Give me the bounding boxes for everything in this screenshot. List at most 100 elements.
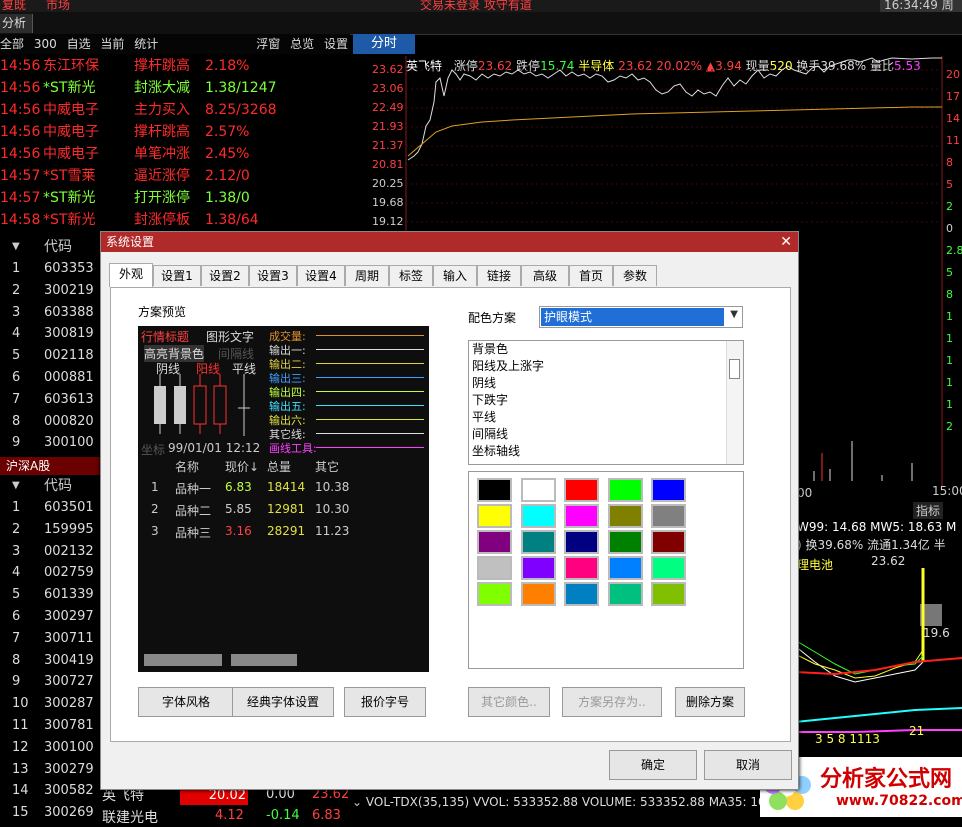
- tab-settings-11[interactable]: 参数: [613, 265, 657, 286]
- tab-appearance[interactable]: 外观: [109, 263, 153, 287]
- sort-down-icon[interactable]: ▼: [12, 236, 20, 258]
- tab-settings-9[interactable]: 高级: [521, 265, 569, 286]
- alert-item[interactable]: 14:56 中威电子 主力买入 8.25/3268: [0, 99, 350, 121]
- column-code[interactable]: 代码: [44, 236, 72, 258]
- color-swatch[interactable]: [607, 582, 643, 606]
- ok-button[interactable]: 确定: [609, 750, 697, 780]
- color-swatch[interactable]: [520, 530, 556, 554]
- color-swatch[interactable]: [520, 504, 556, 528]
- scheme-select[interactable]: 护眼模式 ▼: [539, 306, 743, 328]
- color-swatch[interactable]: [520, 582, 556, 606]
- color-item[interactable]: 坐标轴线: [469, 443, 743, 460]
- color-swatch[interactable]: [651, 504, 686, 528]
- tab-settings-1[interactable]: 设置1: [153, 265, 201, 286]
- tab-settings-8[interactable]: 链接: [477, 265, 521, 286]
- color-swatch[interactable]: [607, 478, 643, 502]
- chevron-down-icon[interactable]: ▼: [730, 309, 738, 320]
- color-swatch[interactable]: [477, 504, 512, 528]
- color-swatch[interactable]: [651, 582, 686, 606]
- color-swatch[interactable]: [607, 530, 643, 554]
- tab-settings-5[interactable]: 周期: [345, 265, 389, 286]
- alert-item[interactable]: 14:56 中威电子 撑杆跳高 2.57%: [0, 121, 350, 143]
- column-code[interactable]: 代码: [44, 475, 72, 497]
- filter-300[interactable]: 300: [34, 37, 57, 51]
- color-swatch[interactable]: [564, 530, 599, 554]
- filter-all[interactable]: 全部: [0, 37, 24, 51]
- table-row[interactable]: 9 300100: [0, 432, 100, 454]
- table-row[interactable]: 5 002118: [0, 345, 100, 367]
- color-swatch[interactable]: [564, 582, 599, 606]
- table-row[interactable]: 6 000881: [0, 367, 100, 389]
- other-color-button[interactable]: 其它颜色..: [468, 687, 550, 717]
- alert-item[interactable]: 14:57 *ST新光 打开涨停 1.38/0: [0, 187, 350, 209]
- save-scheme-as-button[interactable]: 方案另存为..: [562, 687, 662, 717]
- table-row[interactable]: 8 000820: [0, 411, 100, 433]
- color-swatch[interactable]: [477, 582, 512, 606]
- color-item[interactable]: 背景色: [469, 341, 743, 358]
- tab-settings-10[interactable]: 首页: [569, 265, 613, 286]
- tab-settings-3[interactable]: 设置3: [249, 265, 297, 286]
- table-row[interactable]: 2 300219: [0, 280, 100, 302]
- alert-item[interactable]: 14:56 东江环保 撑杆跳高 2.18%: [0, 55, 350, 77]
- tab-settings-2[interactable]: 设置2: [201, 265, 249, 286]
- sort-down-icon[interactable]: ▼: [12, 475, 20, 497]
- dialog-title-bar[interactable]: 系统设置 ✕: [101, 232, 798, 252]
- table-row[interactable]: 3 603388: [0, 302, 100, 324]
- filter-current[interactable]: 当前: [100, 37, 124, 51]
- color-swatch[interactable]: [520, 556, 556, 580]
- ma-line: W99: 14.68 MW5: 18.63 M: [797, 520, 957, 534]
- table-row[interactable]: 4 300819: [0, 323, 100, 345]
- preview-label: 方案预览: [138, 305, 187, 319]
- color-swatch[interactable]: [651, 478, 686, 502]
- color-swatch[interactable]: [564, 478, 599, 502]
- tab-settings-6[interactable]: 标签: [389, 265, 433, 286]
- color-item-list[interactable]: 背景色 阳线及上涨字 阴线 下跌字 平线 间隔线 坐标轴线: [468, 340, 744, 465]
- color-list-scrollbar[interactable]: [726, 341, 743, 464]
- delete-scheme-button[interactable]: 删除方案: [675, 687, 745, 717]
- alert-event: 封涨大减: [134, 80, 190, 96]
- color-swatch[interactable]: [564, 504, 599, 528]
- overview-button[interactable]: 总览: [290, 37, 314, 51]
- color-item[interactable]: 阴线: [469, 375, 743, 392]
- chevron-down-icon[interactable]: ⌄: [352, 795, 366, 809]
- row-index: 2: [12, 521, 21, 537]
- filter-watchlist[interactable]: 自选: [67, 37, 91, 51]
- indicator-button[interactable]: 指标: [913, 502, 944, 519]
- cancel-button[interactable]: 取消: [704, 750, 792, 780]
- filter-stats[interactable]: 统计: [134, 37, 158, 51]
- close-icon[interactable]: ✕: [780, 232, 792, 252]
- color-item[interactable]: 平线: [469, 409, 743, 426]
- color-item[interactable]: 下跌字: [469, 392, 743, 409]
- table-row[interactable]: 7 603613: [0, 389, 100, 411]
- float-window-button[interactable]: 浮窗: [256, 37, 280, 51]
- tab-settings-4[interactable]: 设置4: [297, 265, 345, 286]
- alert-item[interactable]: 14:58 *ST新光 封涨停板 1.38/64: [0, 209, 350, 231]
- font-style-button[interactable]: 字体风格: [138, 687, 234, 717]
- alert-item[interactable]: 14:56 *ST新光 封涨大减 1.38/1247: [0, 77, 350, 99]
- classic-font-button[interactable]: 经典字体设置: [232, 687, 334, 717]
- tab-timeshare[interactable]: 分时: [353, 34, 415, 54]
- color-swatch[interactable]: [651, 530, 686, 554]
- stock-code: 300727: [44, 674, 94, 690]
- color-swatch[interactable]: [564, 556, 599, 580]
- section-title-a-shares[interactable]: 沪深A股: [0, 457, 102, 475]
- tab-settings-7[interactable]: 输入: [433, 265, 477, 286]
- alert-item[interactable]: 14:57 *ST雪莱 逼近涨停 2.12/0: [0, 165, 350, 187]
- kline-panel[interactable]: 00 指标 W99: 14.68 MW5: 18.63 M ) 换39.68% …: [795, 486, 962, 786]
- menu-market[interactable]: 市场: [46, 0, 70, 12]
- color-swatch[interactable]: [607, 556, 643, 580]
- alert-item[interactable]: 14:56 中威电子 单笔冲涨 2.45%: [0, 143, 350, 165]
- color-swatch[interactable]: [520, 478, 556, 502]
- menu-review[interactable]: 复既: [2, 0, 26, 12]
- quote-font-size-button[interactable]: 报价字号: [344, 687, 426, 717]
- color-item[interactable]: 间隔线: [469, 426, 743, 443]
- color-item[interactable]: 阳线及上涨字: [469, 358, 743, 375]
- table-row[interactable]: 1 603353: [0, 258, 100, 280]
- settings-button[interactable]: 设置: [324, 37, 348, 51]
- color-swatch[interactable]: [607, 504, 643, 528]
- color-swatch[interactable]: [477, 556, 512, 580]
- color-swatch[interactable]: [477, 530, 512, 554]
- color-swatch[interactable]: [651, 556, 686, 580]
- color-swatch[interactable]: [477, 478, 512, 502]
- tab-analysis[interactable]: 分析: [0, 14, 34, 33]
